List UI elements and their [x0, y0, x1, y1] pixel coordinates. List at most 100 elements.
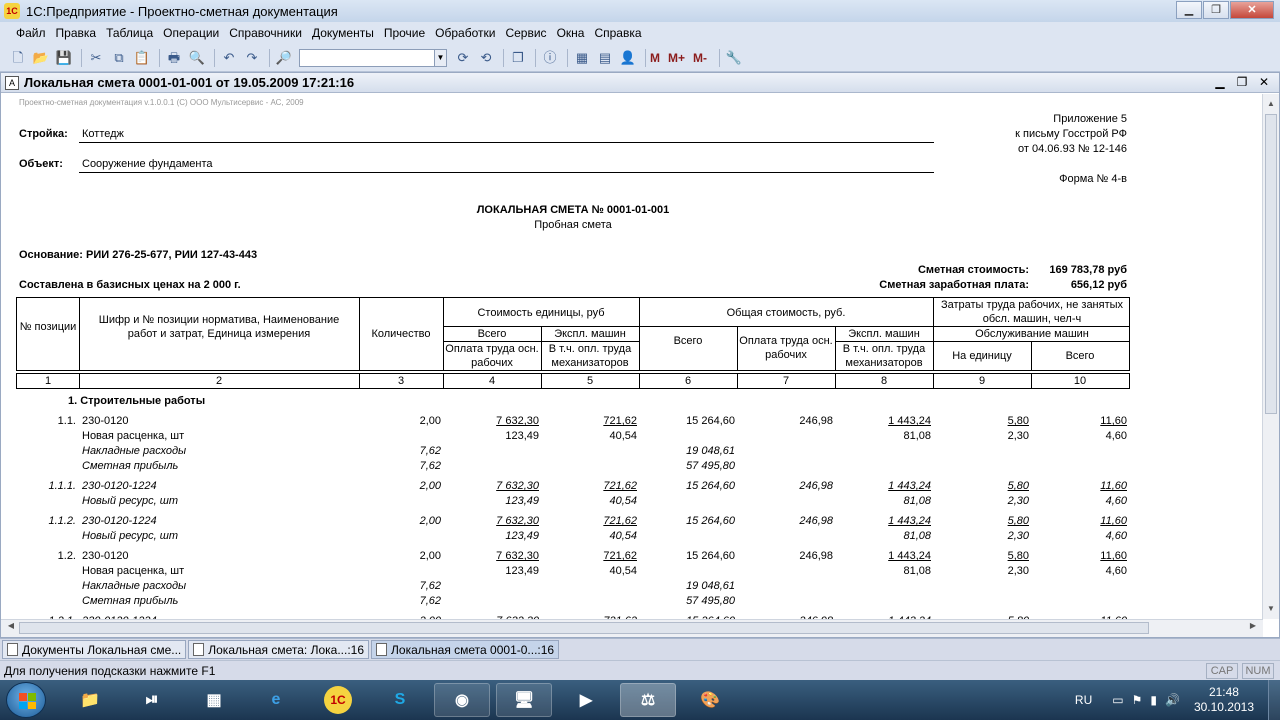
- doc-close-button[interactable]: ✕: [1253, 75, 1275, 89]
- cell-name: 230-0120-1224: [82, 480, 157, 492]
- col-num-1: 1: [44, 375, 52, 387]
- table-row: Новый ресурс, шт 123,49 40,54 81,08 2,30 4,60: [1, 530, 1141, 545]
- estimate-app-icon[interactable]: ⚖: [620, 683, 676, 717]
- menu-operations[interactable]: Операции: [163, 26, 219, 40]
- skype-icon[interactable]: S: [372, 683, 428, 717]
- tab-documents[interactable]: Документы Локальная сме...: [2, 640, 187, 659]
- print-icon[interactable]: 🖶: [164, 48, 184, 68]
- stroika-underline: [79, 142, 934, 143]
- cell-c9: 2,30: [1007, 430, 1029, 442]
- print-preview-icon[interactable]: 🔍: [187, 48, 207, 68]
- find-next-icon[interactable]: ⟳: [453, 48, 473, 68]
- cell-name: Новый ресурс, шт: [82, 495, 179, 507]
- horizontal-scrollbar[interactable]: ◀ ▶: [1, 619, 1263, 637]
- info-icon[interactable]: ⓘ: [540, 48, 560, 68]
- cell-c9: 5,80: [1007, 515, 1029, 527]
- num-indicator: NUM: [1242, 663, 1274, 679]
- spreadsheet-area[interactable]: Проектно-сметная документация v.1.0.0.1 …: [1, 94, 1263, 619]
- minimize-button[interactable]: ▁: [1176, 1, 1202, 19]
- mediaplayer-icon[interactable]: ⏯: [124, 683, 180, 717]
- save-icon[interactable]: 💾: [54, 48, 74, 68]
- horizontal-scroll-thumb[interactable]: [19, 622, 1149, 634]
- battery-icon[interactable]: ▭: [1112, 693, 1123, 707]
- menu-file[interactable]: Файл: [16, 26, 46, 40]
- menu-references[interactable]: Справочники: [229, 26, 302, 40]
- tab-label: Локальная смета: Лока...:16: [208, 642, 365, 657]
- video-player-icon[interactable]: ▶: [558, 683, 614, 717]
- scroll-left-icon[interactable]: ◀: [3, 621, 19, 630]
- table-row: Новая расценка, шт 123,49 40,54 81,08 2,30 4,…: [1, 565, 1141, 580]
- vertical-scrollbar[interactable]: ▲ ▼: [1262, 94, 1279, 619]
- search-combo-input[interactable]: ▼: [299, 48, 447, 67]
- toolbar-separator: [159, 48, 160, 67]
- status-bar: Для получения подсказки нажмите F1 CAP N…: [0, 660, 1280, 680]
- cell-qty: 2,00: [419, 480, 441, 492]
- menu-documents[interactable]: Документы: [312, 26, 374, 40]
- windows-icon[interactable]: ❐: [508, 48, 528, 68]
- system-tray: RU ▭ ⚑ ▮ 🔊 21:48 30.10.2013: [1075, 680, 1280, 720]
- toolbar-separator: [535, 48, 536, 67]
- menu-processing[interactable]: Обработки: [435, 26, 495, 40]
- calculator-icon[interactable]: ▦: [572, 48, 592, 68]
- table-row: Сметная прибыль 7,62 57 495,80: [1, 595, 1141, 610]
- tab-local-estimate-list[interactable]: Локальная смета: Лока...:16: [188, 640, 370, 659]
- table-row: Сметная прибыль 7,62 57 495,80: [1, 460, 1141, 475]
- network-app-icon[interactable]: 🖥: [496, 683, 552, 717]
- memory-m-button[interactable]: M: [650, 51, 660, 65]
- copy-icon[interactable]: ⧉: [109, 48, 129, 68]
- cell-n: 1.2.: [57, 550, 76, 562]
- paste-icon[interactable]: 📋: [132, 48, 152, 68]
- cell-qty: 7,62: [419, 580, 441, 592]
- undo-icon[interactable]: ↶: [219, 48, 239, 68]
- menu-edit[interactable]: Правка: [56, 26, 97, 40]
- find-prev-icon[interactable]: ⟲: [476, 48, 496, 68]
- language-indicator[interactable]: RU: [1075, 693, 1092, 707]
- memory-plus-button[interactable]: M+: [668, 51, 685, 65]
- close-button[interactable]: ✕: [1230, 1, 1274, 19]
- menu-service[interactable]: Сервис: [505, 26, 546, 40]
- memory-minus-button[interactable]: M-: [693, 51, 707, 65]
- cell-n: 1.1.: [57, 415, 76, 427]
- header-total-cost: Общая стоимость, руб.: [726, 307, 846, 319]
- tools-icon[interactable]: 🔧: [724, 48, 744, 68]
- users-icon[interactable]: 👤: [618, 48, 638, 68]
- calendar-icon[interactable]: ▤: [595, 48, 615, 68]
- signal-icon[interactable]: ▮: [1150, 693, 1157, 707]
- cell-c9: 5,80: [1007, 415, 1029, 427]
- volume-icon[interactable]: 🔊: [1165, 693, 1180, 707]
- scroll-right-icon[interactable]: ▶: [1245, 621, 1261, 630]
- menu-help[interactable]: Справка: [594, 26, 641, 40]
- cut-icon[interactable]: ✂: [86, 48, 106, 68]
- clock[interactable]: 21:48 30.10.2013: [1194, 685, 1254, 715]
- redo-icon[interactable]: ↷: [242, 48, 262, 68]
- menu-table[interactable]: Таблица: [106, 26, 153, 40]
- show-desktop-button[interactable]: [1268, 680, 1280, 720]
- open-folder-icon[interactable]: 📂: [31, 48, 51, 68]
- onec-icon[interactable]: 1С: [310, 683, 366, 717]
- scroll-down-icon[interactable]: ▼: [1263, 601, 1279, 617]
- tab-local-estimate[interactable]: Локальная смета 0001-0...:16: [371, 640, 560, 659]
- doc-restore-button[interactable]: ❐: [1231, 75, 1253, 89]
- chevron-down-icon[interactable]: ▼: [434, 49, 446, 66]
- new-document-icon[interactable]: 🗋: [8, 48, 28, 68]
- chrome-icon[interactable]: ◉: [434, 683, 490, 717]
- column-numbers-row: 1 2 3 4 5 6 7 8 9 10: [16, 373, 1130, 389]
- search-icon[interactable]: 🔎: [274, 48, 294, 68]
- cell-c10: 4,60: [1105, 530, 1127, 542]
- cell-qty: 7,62: [419, 445, 441, 457]
- cell-c5: 721,62: [603, 515, 637, 527]
- cell-c10: 4,60: [1105, 565, 1127, 577]
- menu-other[interactable]: Прочие: [384, 26, 425, 40]
- office-icon[interactable]: ▦: [186, 683, 242, 717]
- restore-button[interactable]: ❐: [1203, 1, 1229, 19]
- cell-c8: 81,08: [903, 495, 931, 507]
- start-button[interactable]: [6, 682, 46, 718]
- internet-explorer-icon[interactable]: e: [248, 683, 304, 717]
- vertical-scroll-thumb[interactable]: [1265, 114, 1277, 414]
- doc-minimize-button[interactable]: ▁: [1209, 75, 1231, 89]
- scroll-up-icon[interactable]: ▲: [1263, 96, 1279, 112]
- menu-windows[interactable]: Окна: [557, 26, 585, 40]
- explorer-icon[interactable]: 📁: [62, 683, 118, 717]
- paint-icon[interactable]: 🎨: [682, 683, 738, 717]
- flag-icon[interactable]: ⚑: [1132, 693, 1143, 707]
